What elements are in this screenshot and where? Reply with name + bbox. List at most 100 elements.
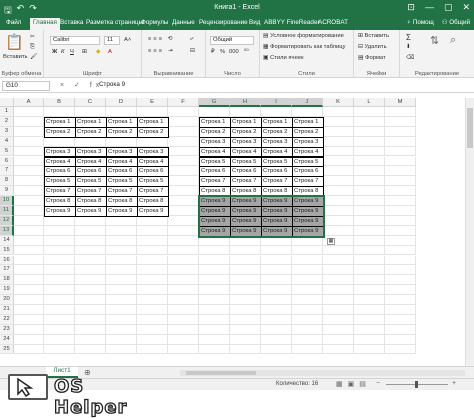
grid-cell[interactable] xyxy=(230,324,261,335)
grid-cell[interactable] xyxy=(261,107,292,117)
grid-cell[interactable] xyxy=(230,344,261,355)
grid-cell[interactable] xyxy=(106,215,137,226)
grid-cell[interactable] xyxy=(323,324,354,335)
grid-cell[interactable] xyxy=(385,314,416,325)
row-header-19[interactable]: 19 xyxy=(0,285,14,296)
grid-cell[interactable] xyxy=(14,245,44,256)
row-header-2[interactable]: 2 xyxy=(0,116,14,127)
grid-cell[interactable] xyxy=(292,275,323,286)
grid-cell[interactable] xyxy=(106,324,137,335)
grid-cell[interactable] xyxy=(292,324,323,335)
paste-label[interactable]: Вставить xyxy=(3,54,28,60)
grid-cell[interactable] xyxy=(354,265,385,276)
grid-cell[interactable] xyxy=(385,305,416,315)
align-horizontal-icons[interactable]: ≡≡≡ ⇥ xyxy=(148,48,175,54)
column-header-c[interactable]: C xyxy=(75,98,106,107)
grid-cell[interactable] xyxy=(168,176,199,187)
grid-cell[interactable] xyxy=(292,285,323,296)
grid-cell[interactable] xyxy=(106,305,137,315)
grid-cell[interactable] xyxy=(230,285,261,296)
column-header-i[interactable]: I xyxy=(261,98,292,107)
grid-cell[interactable] xyxy=(354,116,385,127)
paste-icon[interactable]: 📋 xyxy=(5,33,24,51)
grid-cell[interactable] xyxy=(14,255,44,266)
grid-cell[interactable] xyxy=(44,344,75,355)
grid-cell[interactable] xyxy=(75,285,106,296)
grid-cell[interactable] xyxy=(14,176,44,187)
grid-cell[interactable] xyxy=(137,215,168,226)
grid-cell[interactable] xyxy=(292,295,323,305)
grid-cell[interactable] xyxy=(137,255,168,266)
cell-styles-button[interactable]: ▣ Стили ячеек xyxy=(263,55,304,61)
grid-cell[interactable] xyxy=(385,186,416,197)
grid-cell[interactable] xyxy=(137,225,168,236)
tab-formulas[interactable]: Формулы xyxy=(141,19,168,26)
row-header-16[interactable]: 16 xyxy=(0,255,14,266)
grid-cell[interactable] xyxy=(75,334,106,345)
grid-cell[interactable] xyxy=(261,295,292,305)
grid-cell[interactable] xyxy=(14,235,44,246)
grid-cell[interactable] xyxy=(14,225,44,236)
grid-cell[interactable] xyxy=(385,285,416,296)
table-right-cell[interactable]: Строка 9 xyxy=(261,225,293,237)
grid-cell[interactable] xyxy=(44,295,75,305)
grid-cell[interactable] xyxy=(385,235,416,246)
column-header-e[interactable]: E xyxy=(137,98,168,107)
formula-input[interactable]: Строка 9 xyxy=(96,81,470,91)
column-header-d[interactable]: D xyxy=(106,98,137,107)
grid-cell[interactable] xyxy=(106,225,137,236)
grid-cell[interactable] xyxy=(354,314,385,325)
grid-cell[interactable] xyxy=(75,255,106,266)
grid-cell[interactable] xyxy=(385,265,416,276)
table-left-cell[interactable]: Строка 9 xyxy=(106,206,138,217)
grid-cell[interactable] xyxy=(106,107,137,117)
grid-cell[interactable] xyxy=(230,255,261,266)
row-header-20[interactable]: 20 xyxy=(0,295,14,305)
grid-cell[interactable] xyxy=(14,146,44,157)
grid-cell[interactable] xyxy=(168,186,199,197)
grid-cell[interactable] xyxy=(44,324,75,335)
tab-file[interactable]: Файл xyxy=(6,19,21,26)
fill-color-icon[interactable]: ◆ xyxy=(96,49,100,55)
table-left-cell[interactable]: Строка 2 xyxy=(106,126,138,138)
grid-cell[interactable] xyxy=(75,225,106,236)
percent-button[interactable]: % xyxy=(220,49,225,55)
grid-cell[interactable] xyxy=(292,255,323,266)
grid-cell[interactable] xyxy=(199,255,230,266)
column-header-a[interactable]: A xyxy=(14,98,44,107)
grid-cell[interactable] xyxy=(168,314,199,325)
grid-cell[interactable] xyxy=(14,206,44,216)
row-header-3[interactable]: 3 xyxy=(0,126,14,137)
grid-cell[interactable] xyxy=(199,265,230,276)
grid-cell[interactable] xyxy=(292,305,323,315)
column-header-m[interactable]: M xyxy=(385,98,416,107)
maximize-button[interactable]: ▢ xyxy=(444,2,453,13)
grid-cell[interactable] xyxy=(106,255,137,266)
grid-cell[interactable] xyxy=(14,305,44,315)
grid-cell[interactable] xyxy=(137,305,168,315)
grid-cell[interactable] xyxy=(323,146,354,157)
grid-cell[interactable] xyxy=(44,215,75,226)
grid-cell[interactable] xyxy=(261,285,292,296)
grid-cell[interactable] xyxy=(292,245,323,256)
grid-cell[interactable] xyxy=(323,334,354,345)
underline-button[interactable]: Ч xyxy=(70,49,74,55)
table-left-cell[interactable]: Строка 2 xyxy=(75,126,107,138)
grid-cell[interactable] xyxy=(323,344,354,355)
grid-cell[interactable] xyxy=(168,196,199,206)
grid-cell[interactable] xyxy=(14,295,44,305)
grid-cell[interactable] xyxy=(230,275,261,286)
grid-cell[interactable] xyxy=(106,136,137,147)
grid-cell[interactable] xyxy=(168,305,199,315)
row-header-14[interactable]: 14 xyxy=(0,235,14,246)
grid-cell[interactable] xyxy=(106,295,137,305)
grid-cell[interactable] xyxy=(199,235,230,246)
grid-cell[interactable] xyxy=(292,235,323,246)
grid-cell[interactable] xyxy=(292,334,323,345)
number-format-combo[interactable]: Общий xyxy=(210,36,254,45)
tab-page-layout[interactable]: Разметка страницы xyxy=(86,19,143,26)
bold-button[interactable]: Ж xyxy=(52,49,57,55)
row-header-23[interactable]: 23 xyxy=(0,324,14,335)
grid-cell[interactable] xyxy=(168,166,199,177)
grid-cell[interactable] xyxy=(137,136,168,147)
